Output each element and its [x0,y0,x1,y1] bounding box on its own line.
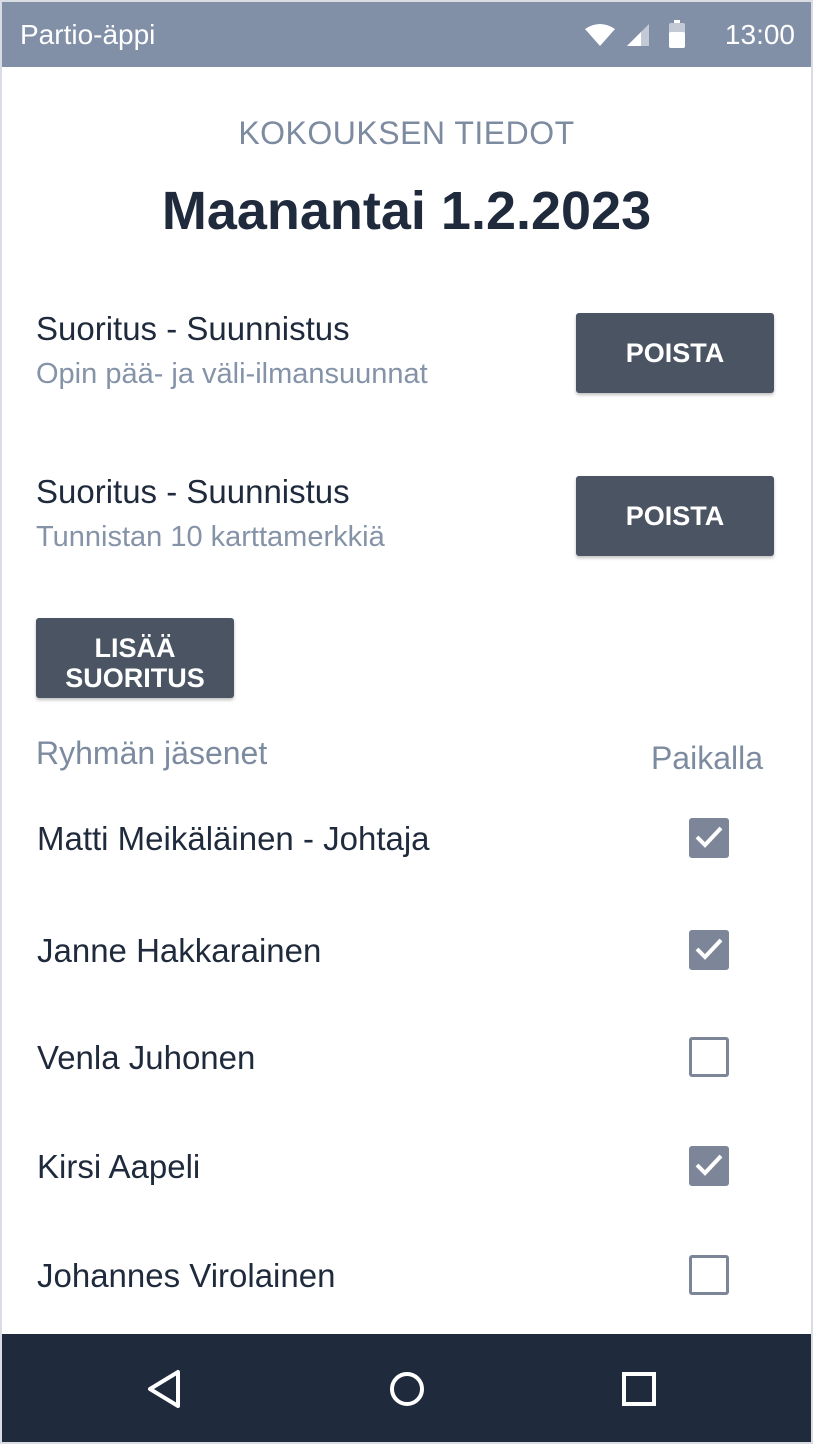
checkmark-icon [695,1154,723,1176]
member-row: Janne Hakkarainen [2,922,811,982]
status-indicators: 13:00 [585,2,795,67]
add-achievement-label-line1: LISÄÄ [94,632,176,663]
app-screen: Partio-äppi 13:00 KOKOUKSEN TIEDOT Maana… [2,2,811,1442]
presence-checkbox[interactable] [689,818,729,858]
remove-achievement-button[interactable]: POISTA [576,476,774,556]
achievement-item: Suoritus - Suunnistus Opin pää- ja väli-… [2,310,811,400]
achievement-item: Suoritus - Suunnistus Tunnistan 10 kartt… [2,473,811,563]
signal-icon [627,24,649,46]
member-name: Johannes Virolainen [37,1257,336,1294]
add-achievement-button[interactable]: LISÄÄ SUORITUS [36,618,234,698]
home-icon[interactable] [382,1364,432,1414]
navigation-bar [2,1334,811,1442]
member-name: Matti Meikäläinen - Johtaja [37,820,430,857]
battery-icon [669,20,685,48]
add-achievement-label-line2: SUORITUS [65,662,205,693]
section-title: KOKOUKSEN TIEDOT [238,115,575,151]
presence-checkbox[interactable] [689,1037,729,1077]
member-name: Janne Hakkarainen [37,932,322,969]
present-column-label: Paikalla [650,740,763,776]
member-name: Venla Juhonen [37,1039,256,1076]
status-bar: Partio-äppi 13:00 [2,2,811,67]
member-row: Matti Meikäläinen - Johtaja [2,810,811,870]
recents-icon[interactable] [614,1364,664,1414]
achievement-title: Suoritus - Suunnistus [36,310,350,347]
presence-checkbox[interactable] [689,1255,729,1295]
back-icon[interactable] [140,1364,190,1414]
member-row: Johannes Virolainen [2,1247,811,1307]
meeting-date: Maanantai 1.2.2023 [161,181,652,241]
members-header: Ryhmän jäsenet Paikalla [2,732,811,782]
member-row: Venla Juhonen [2,1029,811,1089]
member-name: Kirsi Aapeli [37,1148,201,1185]
remove-achievement-button[interactable]: POISTA [576,313,774,393]
achievement-subtitle: Tunnistan 10 karttamerkkiä [36,521,385,553]
members-label: Ryhmän jäsenet [36,735,268,771]
checkmark-icon [695,826,723,848]
checkmark-icon [695,938,723,960]
wifi-icon [585,24,615,46]
presence-checkbox[interactable] [689,1146,729,1186]
presence-checkbox[interactable] [689,930,729,970]
clock: 13:00 [724,19,795,50]
member-row: Kirsi Aapeli [2,1138,811,1198]
achievement-title: Suoritus - Suunnistus [36,473,350,510]
app-title: Partio-äppi [20,19,156,50]
achievement-subtitle: Opin pää- ja väli-ilmansuunnat [36,358,428,390]
